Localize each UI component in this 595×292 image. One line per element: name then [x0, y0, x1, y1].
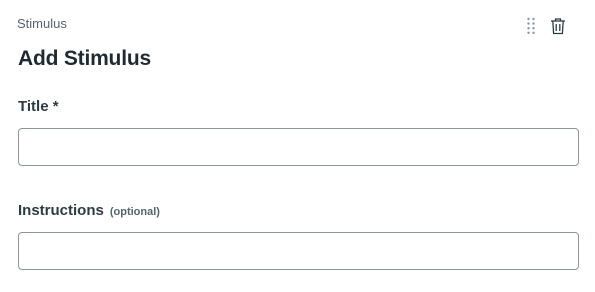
optional-note: (optional) [109, 206, 160, 218]
instructions-label-text: Instructions [18, 202, 104, 219]
section-label: Stimulus [17, 16, 67, 31]
trash-icon[interactable] [549, 16, 567, 36]
drag-handle-icon[interactable] [525, 16, 537, 36]
instructions-input[interactable] [18, 232, 579, 270]
page-title: Add Stimulus [18, 47, 151, 70]
title-input[interactable] [18, 128, 579, 166]
title-label-text: Title * [18, 98, 59, 115]
stimulus-panel: Stimulus Add Stimulus Title * Instructio… [0, 0, 595, 292]
panel-actions [525, 16, 567, 36]
title-field-label: Title * [18, 98, 59, 116]
instructions-field-label: Instructions (optional) [18, 202, 160, 221]
